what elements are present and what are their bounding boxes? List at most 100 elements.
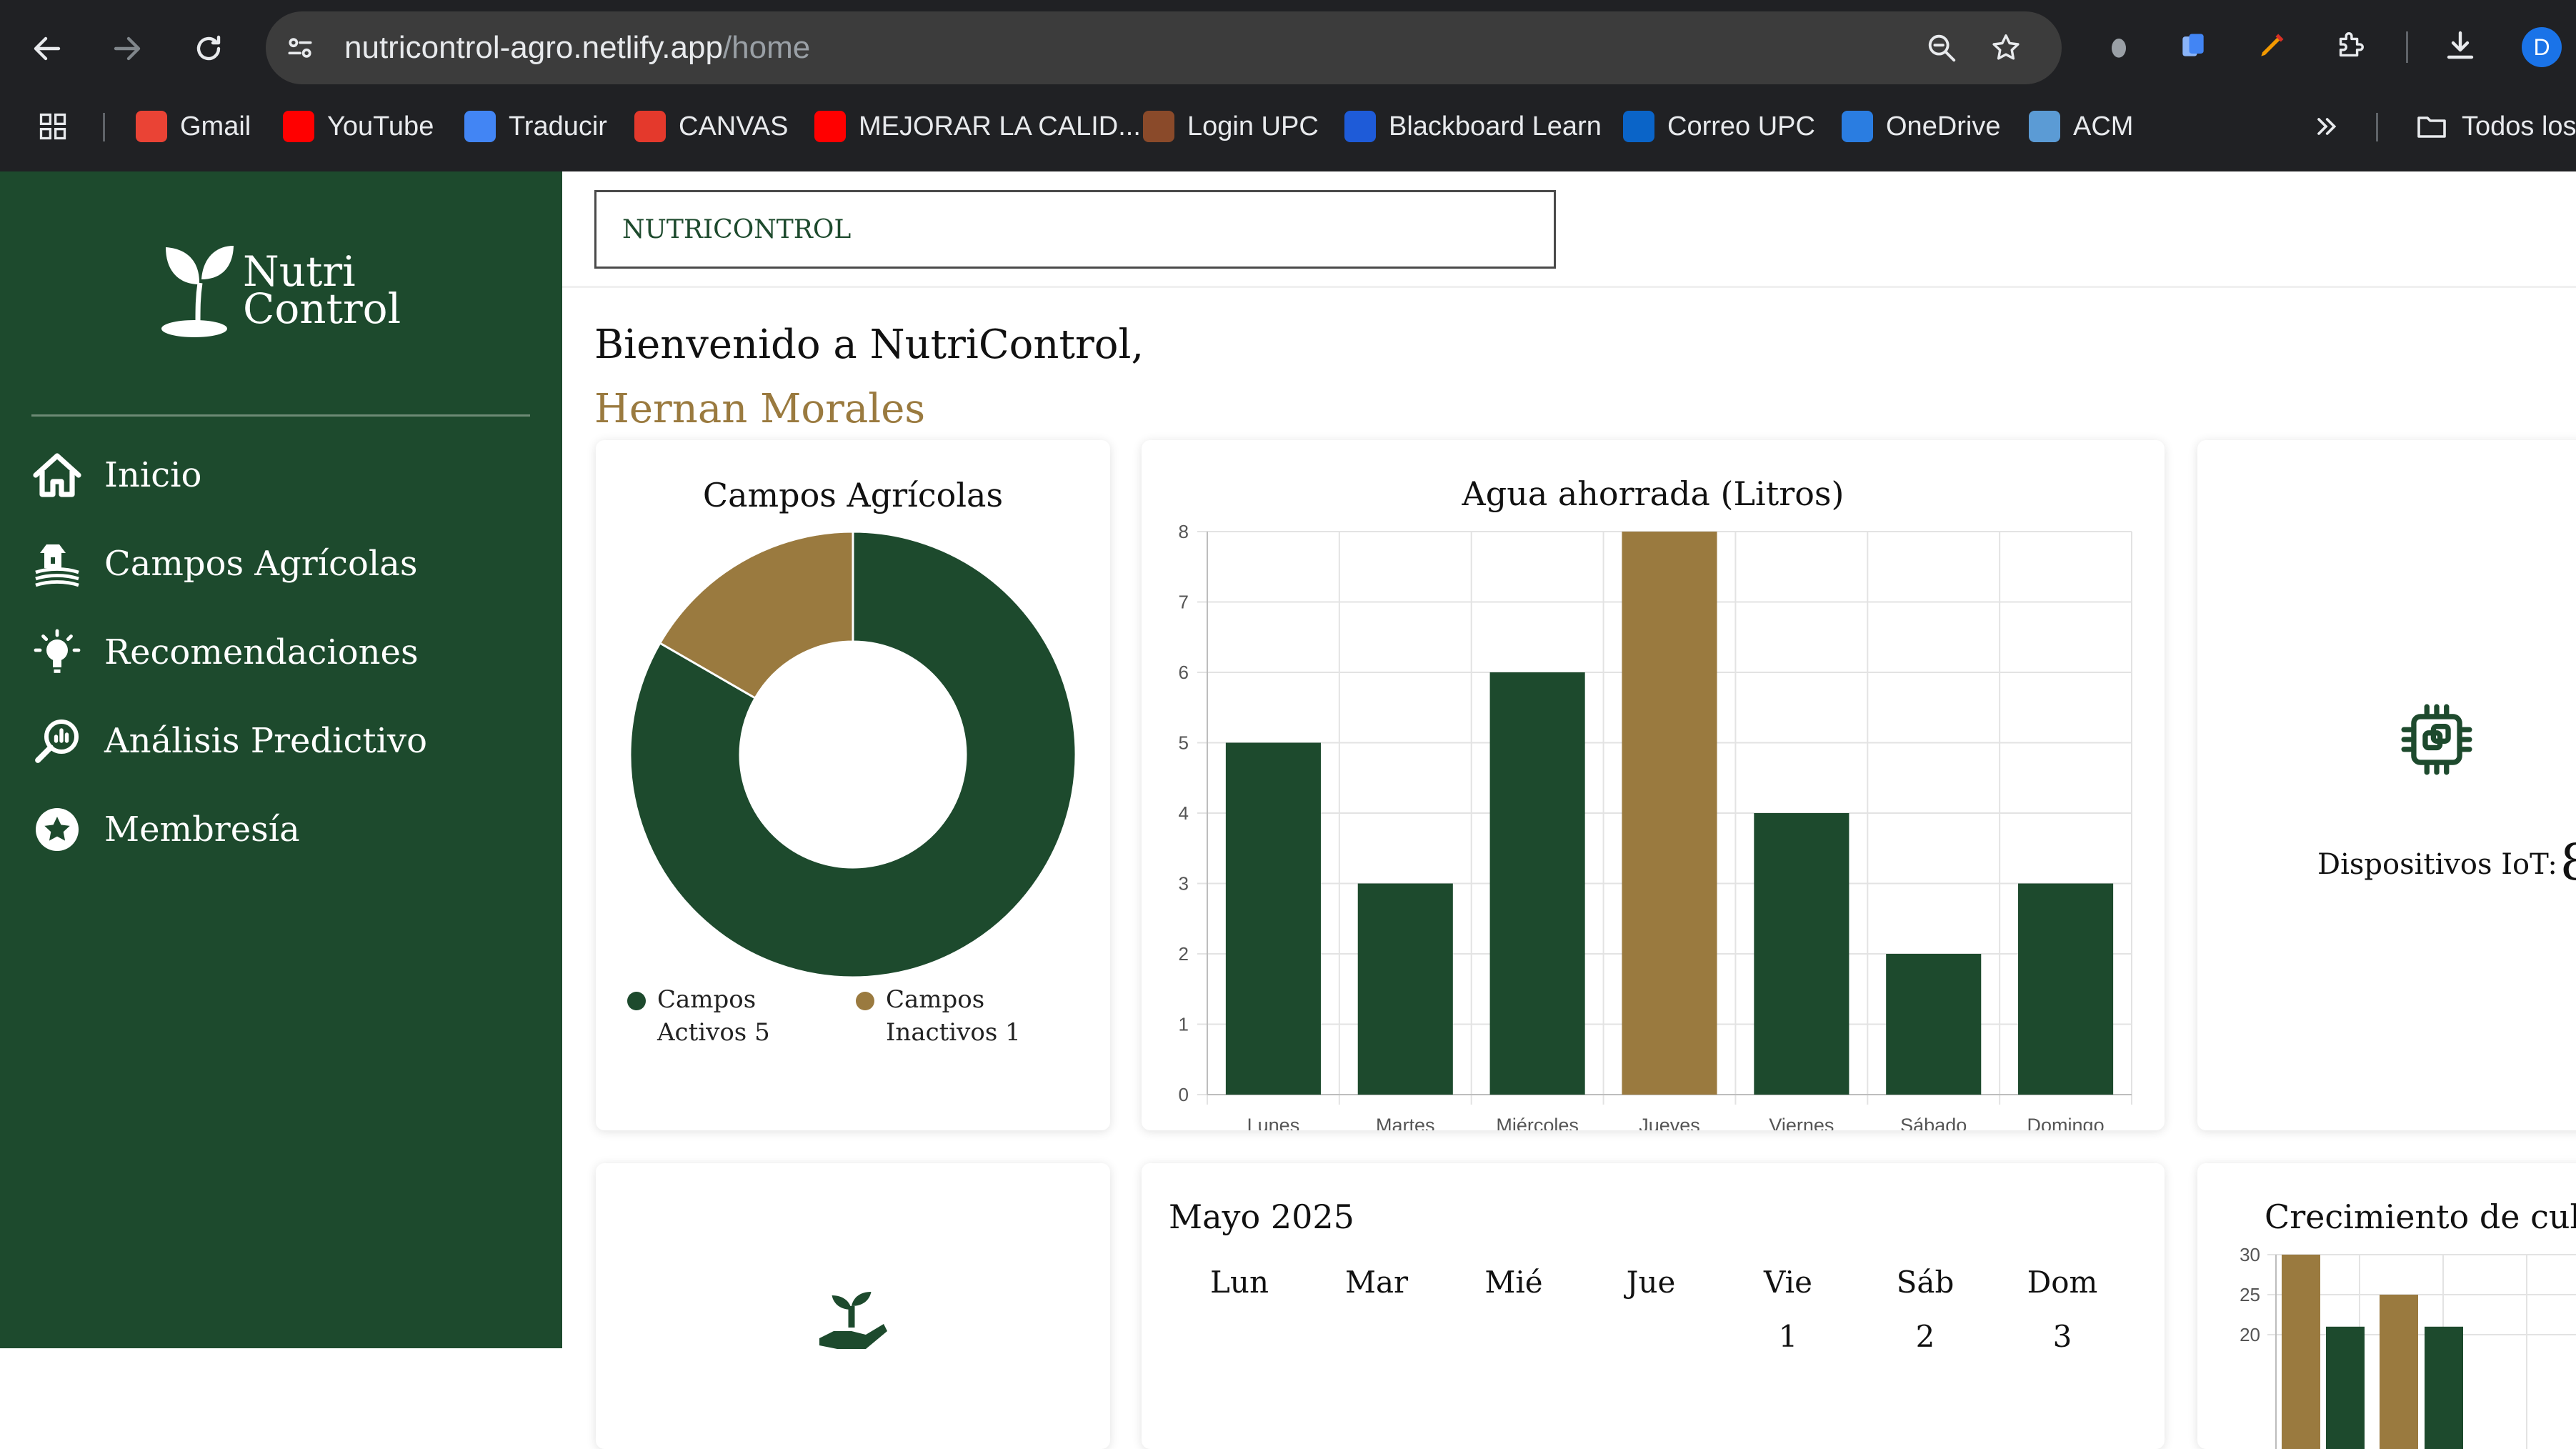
apps-grid-icon [39, 113, 66, 140]
bookmark-item[interactable]: Login UPC [1143, 103, 1319, 150]
x-tick-label: Lunes [1247, 1115, 1300, 1130]
download-icon[interactable] [2439, 24, 2482, 67]
bookmark-item[interactable]: Blackboard Learn [1344, 103, 1602, 150]
bar-martes[interactable] [1357, 883, 1453, 1095]
bookmark-item[interactable]: ACM [2029, 103, 2133, 150]
reload-button[interactable] [183, 23, 234, 74]
y-tick-label: 30 [2240, 1244, 2260, 1265]
growth-bar[interactable] [2380, 1295, 2418, 1449]
calendar-day[interactable]: 1 [1720, 1319, 1856, 1354]
arrow-left-icon [34, 36, 61, 61]
growth-bar[interactable] [2425, 1326, 2463, 1449]
bar-domingo[interactable] [2018, 883, 2114, 1095]
calendar-day[interactable]: 2 [1857, 1319, 1993, 1354]
bookmark-item[interactable]: Traducir [464, 103, 607, 150]
youtube-icon [814, 111, 846, 142]
y-tick-label: 25 [2240, 1284, 2260, 1305]
y-tick-label: 1 [1179, 1014, 1189, 1035]
legend-item-inactivos[interactable]: Campos Inactivos 1 [856, 983, 1029, 1049]
bar-lunes[interactable] [1225, 742, 1321, 1095]
sprout-logo-icon [161, 246, 234, 337]
plant-hand-icon [809, 1278, 894, 1363]
all-bookmarks-folder[interactable]: Todos los [2415, 103, 2576, 150]
x-tick-label: Miércoles [1496, 1115, 1579, 1130]
iot-devices-label: Dispositivos IoT:8 [2317, 833, 2576, 892]
bar-viernes[interactable] [1754, 813, 1849, 1095]
chevron-double-right-icon [2317, 118, 2337, 135]
logo-line2: Control [243, 284, 401, 333]
puzzle-extensions-icon[interactable] [2329, 24, 2372, 67]
bar-jueves[interactable] [1622, 532, 1717, 1095]
cultivo-card [596, 1163, 1110, 1449]
bookmark-item[interactable]: MEJORAR LA CALID... [814, 103, 1141, 150]
zoom-icon[interactable] [1923, 29, 1960, 66]
address-bar[interactable]: nutricontrol-agro.netlify.app/home [266, 11, 2062, 84]
y-tick-label: 20 [2240, 1324, 2260, 1345]
iot-count: 8 [2560, 833, 2576, 892]
bookmark-item[interactable]: Gmail [136, 103, 251, 150]
bookmark-label: Correo UPC [1667, 111, 1815, 141]
bookmark-item[interactable]: OneDrive [1842, 103, 2001, 150]
translate-icon [464, 111, 496, 142]
bar-sábado[interactable] [1886, 954, 1982, 1095]
clipboard-extension-icon[interactable] [2172, 24, 2215, 67]
top-bar: NUTRICONTROL [562, 171, 2576, 288]
y-tick-label: 4 [1179, 802, 1189, 824]
bookmark-label: Blackboard Learn [1389, 111, 1602, 141]
sidebar-item-label: Inicio [104, 455, 202, 495]
analytics-search-icon [29, 712, 86, 770]
forward-button[interactable] [101, 23, 153, 74]
user-name: Hernan Morales [594, 386, 926, 432]
profile-avatar[interactable]: D [2522, 27, 2562, 67]
campos-chart-card: Campos Agrícolas Campos Activos 5 Campos… [596, 440, 1110, 1130]
sidebar-item-membresia[interactable]: Membresía [29, 794, 529, 865]
sidebar-item-inicio[interactable]: Inicio [29, 439, 529, 511]
apps-grid-button[interactable] [37, 103, 69, 150]
farm-icon [29, 535, 86, 592]
weekday-header: Mar [1344, 1265, 1409, 1300]
bar-miércoles[interactable] [1489, 672, 1585, 1095]
blackboard-icon [1344, 111, 1376, 142]
legend-item-activos[interactable]: Campos Activos 5 [627, 983, 800, 1049]
acm-icon [2029, 111, 2060, 142]
lightbulb-icon [29, 624, 86, 681]
bookmark-label: Login UPC [1187, 111, 1319, 141]
sidebar-item-recomendaciones[interactable]: Recomendaciones [29, 617, 529, 688]
extension-icon[interactable] [2097, 24, 2140, 67]
bookmark-label: Traducir [509, 111, 607, 141]
url-text: nutricontrol-agro.netlify.app/home [344, 27, 810, 69]
folder-icon [2417, 116, 2446, 138]
campos-donut-chart [629, 530, 1077, 979]
bookmark-star-icon[interactable] [1987, 29, 2025, 66]
sidebar-item-campos[interactable]: Campos Agrícolas [29, 528, 529, 599]
growth-bar[interactable] [2326, 1326, 2365, 1449]
legend-swatch [627, 992, 646, 1010]
pen-extension-icon[interactable] [2250, 24, 2293, 67]
calendar-day[interactable]: 3 [1995, 1319, 2130, 1354]
app-name-field[interactable]: NUTRICONTROL [594, 190, 1556, 269]
site-info-icon[interactable] [281, 29, 319, 66]
agua-chart-card: Agua ahorrada (Litros) 0 1 2 3 4 5 6 7 8 Lunes Mar… [1142, 440, 2165, 1130]
y-tick-label: 5 [1179, 732, 1189, 754]
legend-swatch [856, 992, 874, 1010]
bookmark-item[interactable]: CANVAS [634, 103, 788, 150]
x-tick-label: Domingo [2027, 1115, 2105, 1130]
url-host: nutricontrol-agro.netlify.app [344, 30, 723, 65]
logo-text: Nutri Control [243, 251, 401, 333]
growth-bar[interactable] [2282, 1255, 2320, 1449]
weekday-header: Mié [1484, 1265, 1543, 1300]
bookmark-item[interactable]: YouTube [283, 103, 434, 150]
bookmark-item[interactable]: Correo UPC [1623, 103, 1815, 150]
iot-card: Dispositivos IoT:8 [2197, 440, 2576, 1130]
bookmark-label: YouTube [327, 111, 434, 141]
outlook-icon [1623, 111, 1654, 142]
agua-bar-chart: 0 1 2 3 4 5 6 7 8 Lunes Martes Miércoles Jueves Viern… [1179, 521, 2132, 1130]
youtube-icon [283, 111, 314, 142]
sidebar-item-analisis[interactable]: Análisis Predictivo [29, 705, 529, 777]
iot-chip-icon [2397, 700, 2476, 779]
browser-chrome: nutricontrol-agro.netlify.app/home D Gma… [0, 0, 2576, 171]
back-button[interactable] [21, 23, 73, 74]
more-bookmarks-button[interactable] [2312, 103, 2340, 150]
nutricontrol-logo[interactable]: Nutri Control [159, 240, 416, 340]
home-icon [29, 447, 86, 504]
